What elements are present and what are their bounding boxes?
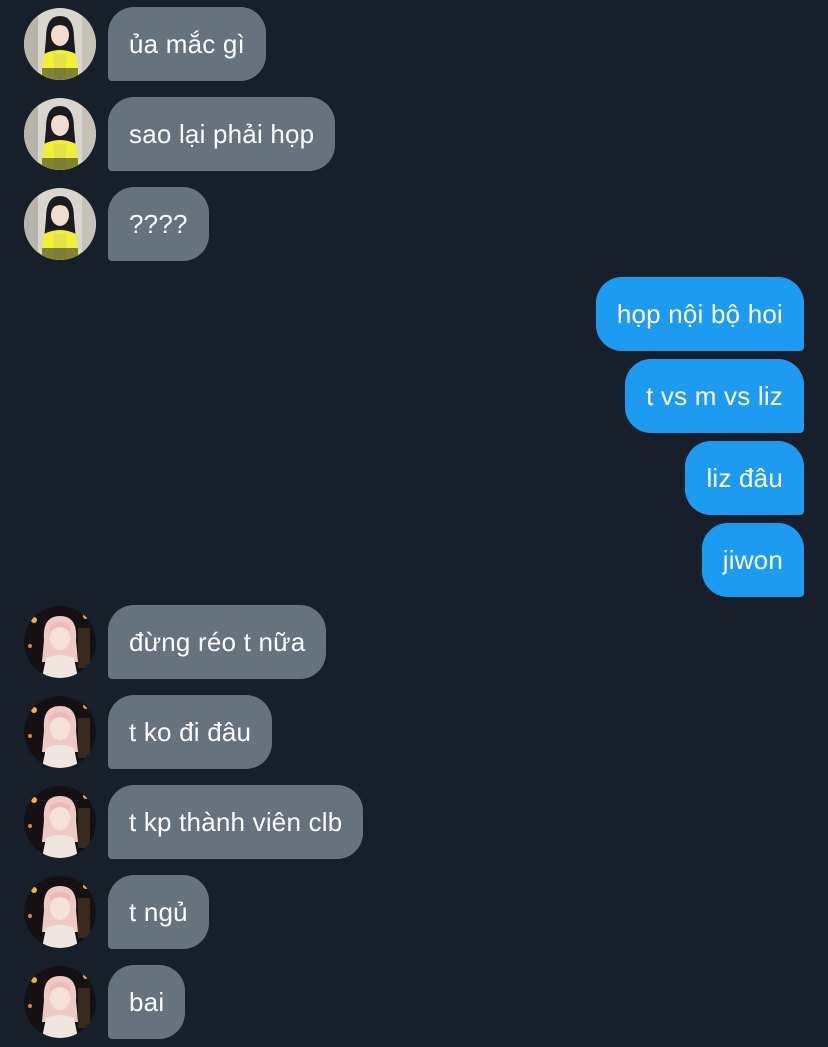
message-row: ???? [0,187,828,261]
message-bubble-outgoing[interactable]: họp nội bộ hoi [595,277,804,351]
message-row: đừng réo t nữa [0,605,828,679]
contact-avatar-pink[interactable] [24,876,96,948]
contact-avatar-yellow[interactable] [24,8,96,80]
message-row: jiwon [0,523,828,597]
message-bubble-outgoing[interactable]: t vs m vs liz [625,359,804,433]
contact-avatar-pink[interactable] [24,786,96,858]
message-bubble-incoming[interactable]: đừng réo t nữa [108,605,327,679]
message-row: t ngủ [0,875,828,949]
message-bubble-incoming[interactable]: ủa mắc gì [108,7,266,81]
message-row: ủa mắc gì [0,7,828,81]
message-bubble-outgoing[interactable]: liz đâu [685,441,804,515]
message-row: sao lại phải họp [0,97,828,171]
message-bubble-incoming[interactable]: bai [108,965,186,1039]
contact-avatar-yellow[interactable] [24,188,96,260]
message-row: t vs m vs liz [0,359,828,433]
contact-avatar-yellow[interactable] [24,98,96,170]
message-bubble-incoming[interactable]: sao lại phải họp [108,97,336,171]
message-row: họp nội bộ hoi [0,277,828,351]
message-bubble-incoming[interactable]: t ko đi đâu [108,695,273,769]
message-bubble-incoming[interactable]: t kp thành viên clb [108,785,364,859]
message-bubble-incoming[interactable]: ???? [108,187,209,261]
message-thread: ủa mắc gì sao lại phải họp ???? họp nội … [0,0,828,1047]
message-row: liz đâu [0,441,828,515]
message-row: t kp thành viên clb [0,785,828,859]
contact-avatar-pink[interactable] [24,966,96,1038]
message-row: t ko đi đâu [0,695,828,769]
message-bubble-incoming[interactable]: t ngủ [108,875,209,949]
message-bubble-outgoing[interactable]: jiwon [701,523,804,597]
message-row: bai [0,965,828,1039]
contact-avatar-pink[interactable] [24,606,96,678]
contact-avatar-pink[interactable] [24,696,96,768]
